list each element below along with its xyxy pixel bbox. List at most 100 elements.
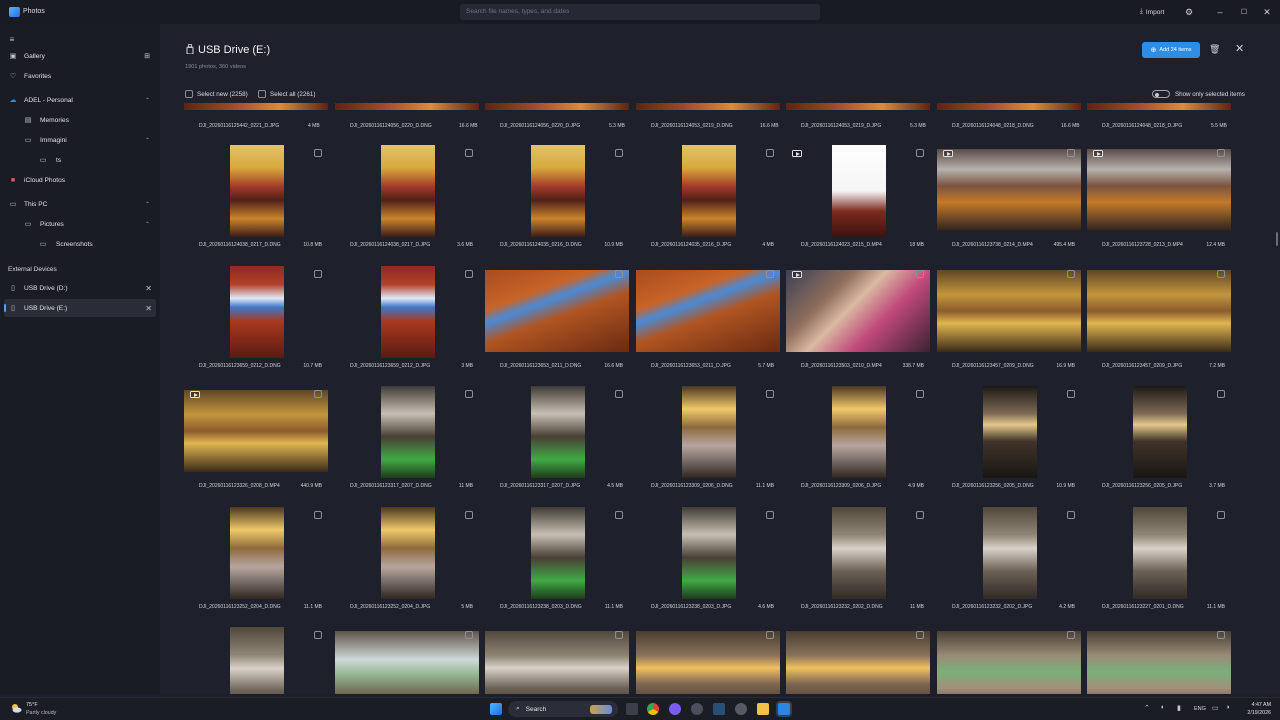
maximize-icon[interactable]: ☐ [1238,6,1250,18]
photo-tile[interactable]: DJI_20260116124035_0216_D.DNG 10.9 MB [485,145,629,257]
tile-checkbox[interactable] [465,511,473,519]
network-icon[interactable]: ▭ [1212,704,1219,712]
close-window-icon[interactable]: ✕ [1261,6,1273,18]
steam-icon[interactable] [713,703,725,715]
select-all-checkbox[interactable]: Select all (2261) [258,90,316,98]
sidebar-item-pictures[interactable]: ▭ Pictures ⌃ [4,215,156,233]
microphone-icon[interactable]: ▮ [1177,704,1181,712]
tile-checkbox[interactable] [615,270,623,278]
chrome-icon[interactable] [647,703,659,715]
chevron-up-icon[interactable]: ⌃ [145,221,150,228]
language-indicator[interactable]: ENG [1194,706,1206,712]
partial-thumbnail[interactable] [485,103,629,110]
photo-tile[interactable]: DJI_20260116123317_0207_D.JPG 4.5 MB [485,386,629,498]
tile-checkbox[interactable] [465,390,473,398]
chevron-up-icon[interactable]: ⌃ [145,97,150,104]
tile-checkbox[interactable] [314,270,322,278]
tile-checkbox[interactable] [1217,390,1225,398]
photo-tile[interactable] [485,627,629,694]
tile-checkbox[interactable] [615,631,623,639]
tile-checkbox[interactable] [314,631,322,639]
hamburger-menu-button[interactable]: ≡ [4,30,24,48]
tray-chevron-icon[interactable]: ⌃ [1144,704,1150,712]
sidebar-item-usb-d[interactable]: ▯ USB Drive (D:) ✕ [4,279,156,297]
tile-checkbox[interactable] [465,270,473,278]
messenger-icon[interactable] [669,703,681,715]
sidebar-item-memories[interactable]: ▤ Memories [4,111,156,129]
photo-tile[interactable]: DJI_20260116124038_0217_D.JPG 3.6 MB [335,145,479,257]
delete-icon[interactable]: 🗑 [1209,44,1220,55]
photo-tile[interactable]: DJI_20260116123738_0214_D.MP4 495.4 MB [937,145,1081,257]
sidebar-item-favorites[interactable]: ♡ Favorites [4,67,156,85]
tile-checkbox[interactable] [916,511,924,519]
tile-checkbox[interactable] [916,149,924,157]
speaker-icon[interactable]: ◖ [1160,704,1164,711]
tile-checkbox[interactable] [766,149,774,157]
eject-close-icon[interactable]: ✕ [145,284,152,293]
tile-checkbox[interactable] [314,149,322,157]
photo-tile[interactable]: DJI_20260116124035_0216_D.JPG 4 MB [636,145,780,257]
tile-checkbox[interactable] [766,631,774,639]
photo-tile[interactable] [937,627,1081,694]
tile-checkbox[interactable] [766,390,774,398]
chevron-up-icon[interactable]: ⌃ [145,137,150,144]
sidebar-item-usb-e[interactable]: ▯ USB Drive (E:) ✕ [4,299,156,317]
photo-tile[interactable]: DJI_20260116123659_0212_D.DNG 10.7 MB [184,266,328,378]
photo-tile[interactable]: DJI_20260116123317_0207_D.DNG 11 MB [335,386,479,498]
chevron-up-icon[interactable]: ⌃ [145,201,150,208]
select-new-checkbox[interactable]: Select new (2258) [185,90,248,98]
tile-checkbox[interactable] [465,149,473,157]
tile-checkbox[interactable] [615,390,623,398]
clock-date[interactable]: 2/19/2026 [1241,710,1271,716]
photo-tile[interactable] [184,627,328,694]
sidebar-item-gallery[interactable]: ▣ Gallery ⊞ [4,47,156,65]
task-view-icon[interactable] [626,703,638,715]
tile-checkbox[interactable] [1217,631,1225,639]
volume-icon[interactable]: ◗ [1226,704,1230,711]
photo-tile[interactable] [335,627,479,694]
close-import-icon[interactable]: ✕ [1235,42,1244,55]
tile-checkbox[interactable] [615,149,623,157]
eject-close-icon[interactable]: ✕ [145,304,152,313]
tile-checkbox[interactable] [1067,511,1075,519]
tile-checkbox[interactable] [1067,390,1075,398]
photo-tile[interactable]: DJI_20260116123232_0202_D.JPG 4.2 MB [937,507,1081,619]
tile-checkbox[interactable] [1067,270,1075,278]
photo-tile[interactable]: DJI_20260116123659_0212_D.JPG 3 MB [335,266,479,378]
photo-tile[interactable]: DJI_20260116123256_0205_D.DNG 10.9 MB [937,386,1081,498]
show-selected-toggle[interactable]: Show only selected items [1152,90,1245,98]
settings-app-icon[interactable] [735,703,747,715]
tile-checkbox[interactable] [314,390,322,398]
photo-tile[interactable]: DJI_20260116123252_0204_D.DNG 11.1 MB [184,507,328,619]
tile-checkbox[interactable] [916,631,924,639]
photo-tile[interactable]: DJI_20260116123326_0208_D.MP4 440.9 MB [184,386,328,498]
tile-checkbox[interactable] [916,270,924,278]
sidebar-item-adel-personal[interactable]: ☁ ADEL - Personal ⌃ [4,91,156,109]
tile-checkbox[interactable] [1067,631,1075,639]
photo-tile[interactable]: DJI_20260116123238_0203_D.JPG 4.6 MB [636,507,780,619]
tile-checkbox[interactable] [1217,511,1225,519]
clock-time[interactable]: 4:47 AM [1241,702,1271,708]
sidebar-item-immagini[interactable]: ▭ Immagini ⌃ [4,131,156,149]
search-input[interactable]: Search file names, types, and dates [460,4,820,20]
taskbar-search[interactable]: ⌕ Search [508,701,618,717]
photo-tile[interactable]: DJI_20260116123503_0210_D.MP4 338.7 MB [786,266,930,378]
tile-checkbox[interactable] [916,390,924,398]
photo-tile[interactable]: DJI_20260116123457_0209_D.DNG 16.9 MB [937,266,1081,378]
sidebar-item-icloud-photos[interactable]: ■ iCloud Photos [4,171,156,189]
scrollbar-thumb[interactable] [1276,232,1278,246]
minimize-icon[interactable]: – [1214,6,1226,18]
photo-tile[interactable]: DJI_20260116123457_0209_D.JPG 7.2 MB [1087,266,1231,378]
photos-taskbar-icon[interactable] [778,703,790,715]
photo-tile[interactable]: DJI_20260116124023_0215_D.MP4 18 MB [786,145,930,257]
photo-tile[interactable] [1087,627,1231,694]
tile-checkbox[interactable] [1217,149,1225,157]
photo-tile[interactable]: DJI_20260116123232_0202_D.DNG 11 MB [786,507,930,619]
photo-tile[interactable] [786,627,930,694]
sidebar-item-ts[interactable]: ▭ ts [4,151,156,169]
photo-tile[interactable] [636,627,780,694]
photo-tile[interactable]: DJI_20260116123309_0206_D.JPG 4.9 MB [786,386,930,498]
toggle-switch[interactable] [1152,90,1170,98]
obs-icon[interactable] [691,703,703,715]
photo-tile[interactable]: DJI_20260116124038_0217_D.DNG 10.8 MB [184,145,328,257]
